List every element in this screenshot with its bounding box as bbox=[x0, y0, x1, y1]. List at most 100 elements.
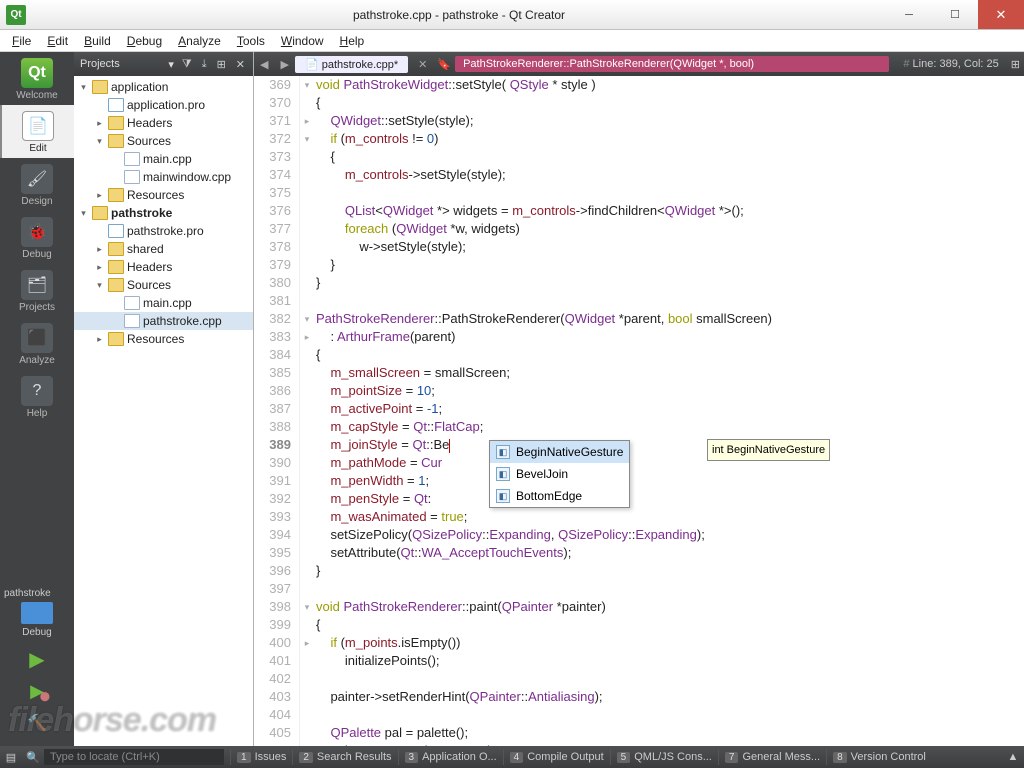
tree-node[interactable]: ▾Sources bbox=[74, 276, 253, 294]
menu-build[interactable]: Build bbox=[76, 32, 119, 50]
expand-icon[interactable]: ▾ bbox=[94, 136, 105, 147]
mode-welcome[interactable]: QtWelcome bbox=[0, 52, 74, 105]
split-icon[interactable]: ⊞ bbox=[215, 58, 228, 71]
output-pane-3[interactable]: 3Application O... bbox=[398, 749, 503, 765]
window-close-button[interactable] bbox=[978, 0, 1024, 29]
output-pane-8[interactable]: 8Version Control bbox=[826, 749, 932, 765]
mode-help[interactable]: ?Help bbox=[0, 370, 74, 423]
output-pane-5[interactable]: 5QML/JS Cons... bbox=[610, 749, 718, 765]
line-number-gutter[interactable]: 3693703713723733743753763773783793803813… bbox=[254, 76, 300, 746]
locator-icon[interactable]: 🔍 bbox=[22, 751, 44, 764]
menu-tools[interactable]: Tools bbox=[229, 32, 273, 50]
file-icon bbox=[124, 170, 140, 184]
fold-column[interactable]: ▾▸▾▾▸▾▸ bbox=[300, 76, 314, 746]
code-completion-popup[interactable]: ◧BeginNativeGesture◧BevelJoin◧BottomEdge bbox=[489, 440, 630, 508]
completion-tooltip: int BeginNativeGesture bbox=[707, 439, 830, 461]
output-pane-1[interactable]: 1Issues bbox=[230, 749, 292, 765]
tree-label: main.cpp bbox=[143, 152, 192, 166]
run-button[interactable]: ▶ bbox=[22, 646, 52, 672]
bookmark-icon[interactable]: 🔖 bbox=[433, 58, 455, 71]
tree-node[interactable]: ▸ shared bbox=[74, 240, 253, 258]
tree-node[interactable]: ▾ Sources bbox=[74, 132, 253, 150]
editor-tab[interactable]: 📄 pathstroke.cpp bbox=[295, 56, 408, 73]
nav-back-button[interactable]: ◀ bbox=[254, 58, 274, 71]
chevron-down-icon[interactable]: ▾ bbox=[168, 58, 174, 71]
mode-projects[interactable]: 🗂Projects bbox=[0, 264, 74, 317]
window-minimize-button[interactable] bbox=[886, 0, 932, 29]
locator-input[interactable]: Type to locate (Ctrl+K) bbox=[44, 749, 224, 765]
menu-file[interactable]: File bbox=[4, 32, 39, 50]
tree-node[interactable]: ▸ Headers bbox=[74, 258, 253, 276]
project-tree[interactable]: ▾applicationapplication.pro▸Headers▾Sour… bbox=[74, 76, 253, 746]
tree-label: Resources bbox=[127, 332, 184, 346]
mode-analyze[interactable]: ⬛Analyze bbox=[0, 317, 74, 370]
code-editor[interactable]: 3693703713723733743753763773783793803813… bbox=[254, 76, 1024, 746]
menu-analyze[interactable]: Analyze bbox=[170, 32, 229, 50]
close-output-icon[interactable]: ▲ bbox=[1002, 751, 1024, 763]
tree-node[interactable]: main.cpp bbox=[74, 294, 253, 312]
build-button[interactable]: 🔨 bbox=[22, 710, 52, 736]
monitor-icon bbox=[21, 602, 53, 624]
completion-item[interactable]: ◧BottomEdge bbox=[490, 485, 629, 507]
tree-node[interactable]: ▸ Resources bbox=[74, 330, 253, 348]
tree-label: Headers bbox=[127, 260, 172, 274]
toggle-sidebar-icon[interactable]: ▤ bbox=[0, 751, 22, 764]
expand-icon[interactable]: ▸ bbox=[94, 190, 105, 201]
file-icon bbox=[108, 278, 124, 292]
output-pane-2[interactable]: 2Search Results bbox=[292, 749, 397, 765]
tree-node[interactable]: main.cpp bbox=[74, 150, 253, 168]
output-pane-4[interactable]: 4Compile Output bbox=[503, 749, 610, 765]
file-icon bbox=[92, 206, 108, 220]
completion-item[interactable]: ◧BevelJoin bbox=[490, 463, 629, 485]
file-icon bbox=[124, 152, 140, 166]
tree-label: Sources bbox=[127, 134, 171, 148]
expand-icon[interactable]: ▾ bbox=[78, 208, 89, 219]
kit-name: pathstroke bbox=[4, 588, 70, 599]
mode-debug[interactable]: 🐞Debug bbox=[0, 211, 74, 264]
cursor-position[interactable]: # Line: 389, Col: 25 bbox=[895, 58, 1006, 70]
tree-label: shared bbox=[127, 242, 164, 256]
tree-node[interactable]: pathstroke.cpp bbox=[74, 312, 253, 330]
expand-icon[interactable]: ▸ bbox=[94, 262, 105, 273]
menu-debug[interactable]: Debug bbox=[119, 32, 170, 50]
debug-run-button[interactable]: ▶⬤ bbox=[22, 678, 52, 704]
menu-edit[interactable]: Edit bbox=[39, 32, 76, 50]
project-view-combo[interactable]: Projects bbox=[80, 58, 162, 70]
tree-node[interactable]: application.pro bbox=[74, 96, 253, 114]
enum-icon: ◧ bbox=[496, 489, 510, 503]
sync-icon[interactable]: ⤓ bbox=[200, 58, 209, 71]
expand-icon[interactable]: ▸ bbox=[94, 244, 105, 255]
close-pane-icon[interactable]: ✕ bbox=[234, 58, 247, 71]
kit-selector[interactable]: pathstroke Debug bbox=[0, 584, 74, 642]
tree-label: pathstroke.cpp bbox=[143, 314, 222, 328]
mode-design[interactable]: 🖌Design bbox=[0, 158, 74, 211]
code-area[interactable]: void PathStrokeWidget::setStyle( QStyle … bbox=[314, 76, 1024, 746]
close-tab-icon[interactable]: ✕ bbox=[412, 58, 433, 71]
menu-bar: FileEditBuildDebugAnalyzeToolsWindowHelp bbox=[0, 30, 1024, 52]
tree-node[interactable]: ▸Resources bbox=[74, 186, 253, 204]
split-editor-icon[interactable]: ⊞ bbox=[1007, 58, 1024, 71]
expand-icon[interactable]: ▾ bbox=[94, 280, 105, 291]
filter-icon[interactable]: ⧩ bbox=[180, 58, 194, 71]
tree-node[interactable]: mainwindow.cpp bbox=[74, 168, 253, 186]
file-icon bbox=[108, 134, 124, 148]
tree-node[interactable]: ▾pathstroke bbox=[74, 204, 253, 222]
menu-help[interactable]: Help bbox=[332, 32, 373, 50]
mode-edit[interactable]: 📄Edit bbox=[0, 105, 74, 158]
menu-window[interactable]: Window bbox=[273, 32, 332, 50]
symbol-crumb[interactable]: PathStrokeRenderer::PathStrokeRenderer(Q… bbox=[455, 56, 889, 72]
tree-node[interactable]: ▾ application bbox=[74, 78, 253, 96]
file-icon bbox=[108, 332, 124, 346]
file-icon bbox=[92, 80, 108, 94]
completion-item[interactable]: ◧BeginNativeGesture bbox=[490, 441, 629, 463]
expand-icon[interactable]: ▸ bbox=[94, 118, 105, 129]
output-pane-7[interactable]: 7General Mess... bbox=[718, 749, 826, 765]
expand-icon[interactable]: ▾ bbox=[78, 82, 89, 93]
tree-node[interactable]: pathstroke.pro bbox=[74, 222, 253, 240]
window-titlebar: Qt pathstroke.cpp - pathstroke - Qt Crea… bbox=[0, 0, 1024, 30]
tree-node[interactable]: ▸Headers bbox=[74, 114, 253, 132]
tree-label: application bbox=[111, 80, 168, 94]
window-maximize-button[interactable] bbox=[932, 0, 978, 29]
nav-forward-button[interactable]: ▶ bbox=[274, 58, 294, 71]
expand-icon[interactable]: ▸ bbox=[94, 334, 105, 345]
